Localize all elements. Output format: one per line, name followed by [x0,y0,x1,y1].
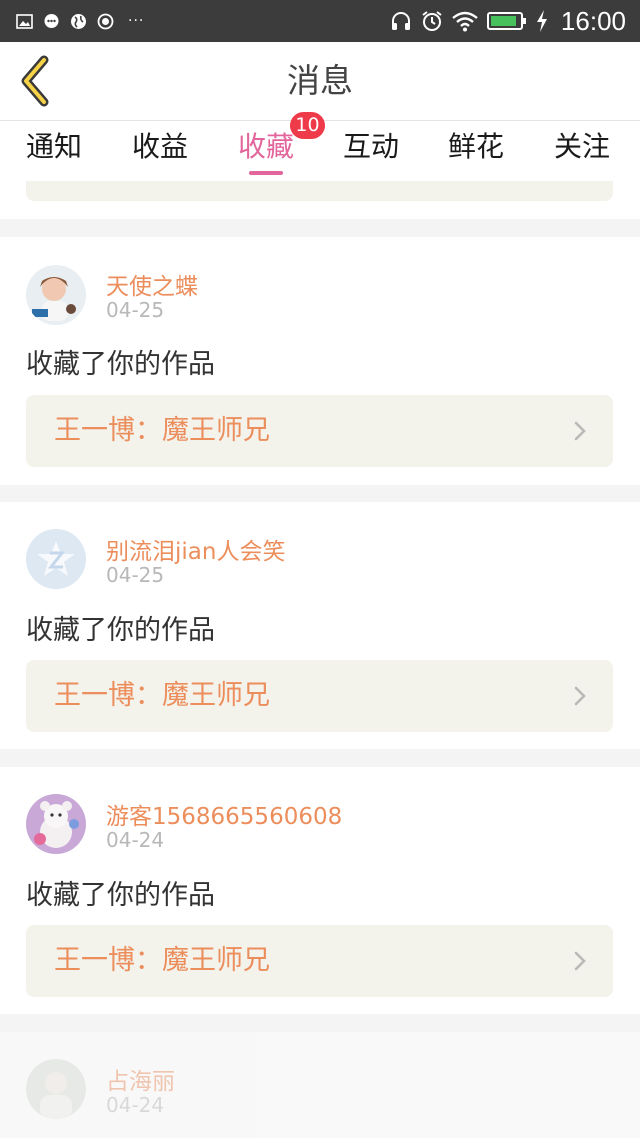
message-card: 天使之蝶 04-25 收藏了你的作品 王一博：魔王师兄 [0,237,640,485]
tab-label: 关注 [554,130,611,163]
tab-label: 收藏 [238,130,295,163]
message-date: 04-25 [106,563,165,587]
tab-label: 互动 [343,130,400,163]
work-link-partial[interactable] [26,181,613,201]
status-right: 16:00 [389,0,626,42]
message-card: 游客1568665560608 04-24 收藏了你的作品 王一博：魔王师兄 [0,767,640,1014]
message-date: 04-24 [106,828,165,852]
tab-flowers[interactable]: 鲜花 [448,121,504,181]
chevron-right-icon [574,686,586,706]
status-left: ··· [16,0,144,42]
tab-earnings[interactable]: 收益 [132,121,188,181]
tab-interactions[interactable]: 互动 [343,121,399,181]
status-more-dots: ··· [128,13,145,29]
user-name[interactable]: 别流泪jian人会笑 [106,532,285,566]
headphones-icon [391,12,410,30]
app-header: 消息 [0,42,640,121]
tab-label: 鲜花 [448,130,505,163]
chevron-right-icon [574,951,586,971]
battery-icon [486,12,526,30]
message-date: 04-24 [106,1093,165,1117]
globe-icon [71,13,86,29]
active-tab-indicator [249,171,283,175]
message-date: 04-25 [106,298,165,322]
avatar[interactable] [26,529,86,589]
work-title: 王一博：魔王师兄 [54,680,270,711]
work-link[interactable]: 王一博：魔王师兄 [26,395,613,467]
tab-follows[interactable]: 关注 [554,121,610,181]
avatar[interactable] [26,794,86,854]
tab-label: 通知 [26,130,83,163]
work-link[interactable]: 王一博：魔王师兄 [26,925,613,997]
chat-icon [44,13,59,28]
message-text: 收藏了你的作品 [26,880,215,911]
message-text: 收藏了你的作品 [26,349,215,380]
message-text: 收藏了你的作品 [26,615,215,646]
status-bar: ··· 16:00 [0,0,640,42]
avatar[interactable] [26,1059,86,1119]
page-title: 消息 [287,61,353,100]
tab-favorites[interactable]: 收藏 [238,121,294,181]
work-title: 王一博：魔王师兄 [54,945,270,976]
user-name[interactable]: 天使之蝶 [106,267,198,301]
alarm-icon [422,11,442,31]
message-card: 占海丽 04-24 [0,1032,640,1138]
unread-count-badge: 10 [290,112,325,139]
tab-notifications[interactable]: 通知 [26,121,82,181]
status-time: 16:00 [560,5,626,36]
work-link[interactable]: 王一博：魔王师兄 [26,660,613,732]
charging-icon [536,10,547,32]
image-icon [16,13,33,29]
wifi-icon [452,11,478,32]
work-title: 王一博：魔王师兄 [54,415,270,446]
user-name[interactable]: 占海丽 [106,1062,175,1096]
user-name[interactable]: 游客1568665560608 [106,797,342,831]
message-card: 别流泪jian人会笑 04-25 收藏了你的作品 王一博：魔王师兄 [0,502,640,749]
message-card-partial [0,181,640,219]
record-icon [97,13,114,29]
avatar[interactable] [26,265,86,325]
tab-label: 收益 [132,130,189,163]
chevron-right-icon [574,421,586,441]
